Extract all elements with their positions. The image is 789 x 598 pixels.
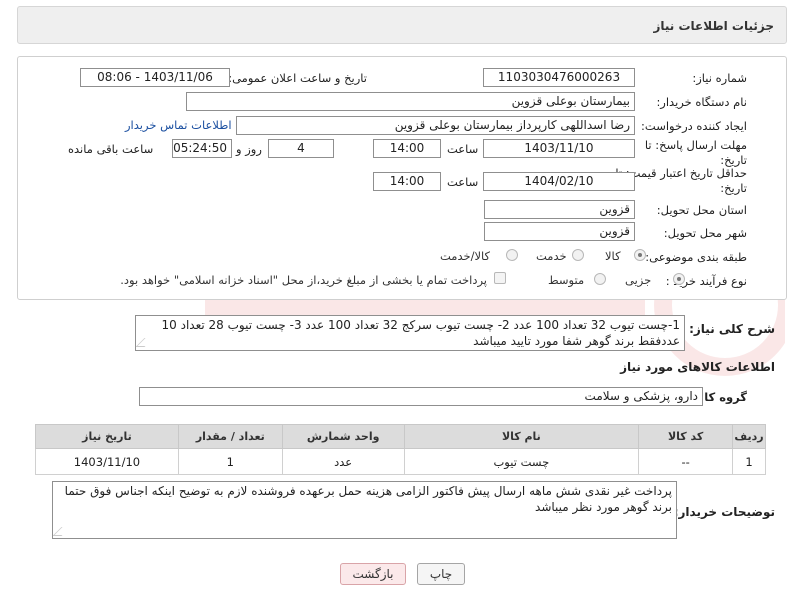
print-button[interactable]: چاپ <box>417 563 465 585</box>
page-header: جزئیات اطلاعات نیاز <box>17 6 787 44</box>
category-radio-service[interactable] <box>572 249 584 261</box>
cell-item-code: -- <box>638 448 734 475</box>
table-row: 1 -- چست تیوب عدد 1 1403/11/10 <box>35 448 766 475</box>
price-validity-label-line1: حداقل تاریخ اعتبار قیمت: تا <box>615 166 747 180</box>
deadline-date-field: 1403/11/10 <box>483 139 635 158</box>
col-quantity: تعداد / مقدار <box>177 424 283 449</box>
buyer-org-field: بیمارستان بوعلی قزوین <box>186 92 635 111</box>
need-number-label: شماره نیاز: <box>692 71 747 85</box>
col-item-code: کد کالا <box>638 424 734 449</box>
cell-unit: عدد <box>281 448 405 475</box>
days-label: روز و <box>236 142 262 156</box>
creator-field: رضا اسداللهی کارپرداز بیمارستان بوعلی قز… <box>236 116 635 135</box>
cell-row-number: 1 <box>732 448 766 475</box>
creator-label: ایجاد کننده درخواست: <box>641 119 747 133</box>
process-radio-minor[interactable] <box>673 273 685 285</box>
description-label: شرح کلی نیاز: <box>689 322 775 336</box>
cell-quantity: 1 <box>177 448 283 475</box>
category-option-service: خدمت <box>536 249 567 263</box>
deadline-label-line2: تاریخ: <box>720 153 747 167</box>
process-option-medium: متوسط <box>548 273 585 287</box>
deadline-time-label: ساعت <box>447 142 479 156</box>
back-button[interactable]: بازگشت <box>340 563 406 585</box>
treasury-payment-checkbox[interactable] <box>494 272 506 284</box>
delivery-city-field: قزوین <box>484 222 635 241</box>
goods-table-header: ردیف کد کالا نام کالا واحد شمارش تعداد /… <box>35 424 766 449</box>
category-option-goods-service: کالا/خدمت <box>440 249 491 263</box>
delivery-province-field: قزوین <box>484 200 635 219</box>
announce-datetime-field: 1403/11/06 - 08:06 <box>80 68 230 87</box>
buyer-notes-text: پرداخت غیر نقدی شش ماهه ارسال پیش فاکتور… <box>64 484 672 514</box>
deadline-time-field: 14:00 <box>373 139 441 158</box>
page-title: جزئیات اطلاعات نیاز <box>653 19 774 33</box>
treasury-payment-note: پرداخت تمام یا بخشی از مبلغ خرید،از محل … <box>120 273 487 287</box>
category-option-goods: کالا <box>605 249 621 263</box>
buyer-org-label: نام دستگاه خریدار: <box>656 95 747 109</box>
price-validity-time-label: ساعت <box>447 175 479 189</box>
category-label: طبقه بندی موضوعی: <box>645 250 747 264</box>
process-option-minor: جزیی <box>625 273 652 287</box>
description-text: 1-چست تیوب 32 تعداد 100 عدد 2- چست تیوب … <box>161 318 681 348</box>
price-validity-label-line2: تاریخ: <box>720 181 747 195</box>
goods-group-field: دارو، پزشکی و سلامت <box>139 387 703 406</box>
need-number-field: 1103030476000263 <box>483 68 635 87</box>
remaining-time-field: 05:24:50 <box>172 139 232 158</box>
cell-item-name: چست تیوب <box>403 448 640 475</box>
delivery-province-label: استان محل تحویل: <box>656 203 747 217</box>
announce-datetime-label: تاریخ و ساعت اعلان عمومی: <box>228 71 367 85</box>
remaining-days-field: 4 <box>268 139 334 158</box>
description-textarea[interactable]: 1-چست تیوب 32 تعداد 100 عدد 2- چست تیوب … <box>135 315 685 351</box>
category-radio-goods[interactable] <box>634 249 646 261</box>
col-need-date: تاریخ نیاز <box>35 424 179 449</box>
goods-table: ردیف کد کالا نام کالا واحد شمارش تعداد /… <box>35 424 766 475</box>
remaining-time-label: ساعت باقی مانده <box>68 142 154 156</box>
col-row-number: ردیف <box>732 424 766 449</box>
deadline-label-line1: مهلت ارسال پاسخ: تا <box>644 138 747 152</box>
buyer-contact-link[interactable]: اطلاعات تماس خریدار <box>125 118 232 132</box>
price-validity-time-field: 14:00 <box>373 172 441 191</box>
delivery-city-label: شهر محل تحویل: <box>663 226 747 240</box>
process-radio-medium[interactable] <box>594 273 606 285</box>
buyer-notes-label: توضیحات خریدار: <box>673 505 775 519</box>
cell-need-date: 1403/11/10 <box>35 448 179 475</box>
col-item-name: نام کالا <box>403 424 640 449</box>
col-unit: واحد شمارش <box>281 424 405 449</box>
buyer-notes-textarea[interactable]: پرداخت غیر نقدی شش ماهه ارسال پیش فاکتور… <box>52 481 677 539</box>
goods-section-title: اطلاعات کالاهای مورد نیاز <box>620 360 775 374</box>
category-radio-goods-service[interactable] <box>506 249 518 261</box>
price-validity-date-field: 1404/02/10 <box>483 172 635 191</box>
